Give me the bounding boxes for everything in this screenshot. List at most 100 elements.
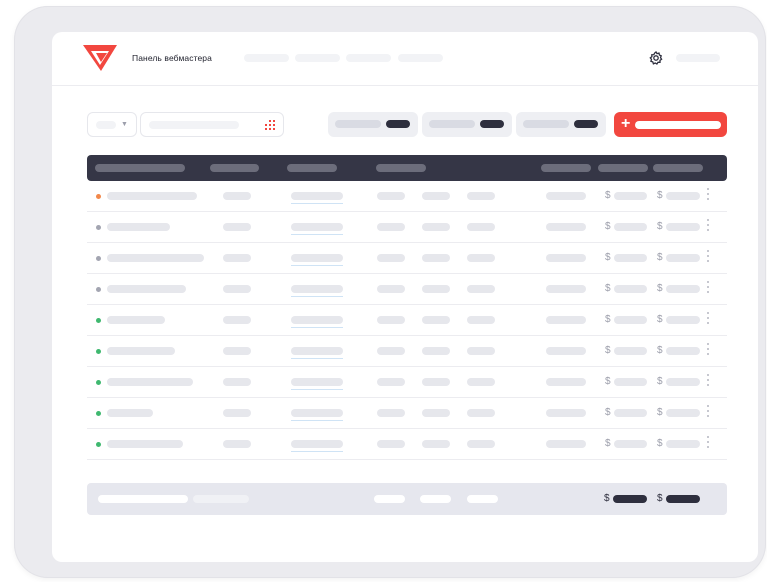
- row-link[interactable]: [291, 316, 343, 324]
- more-options-icon[interactable]: [706, 249, 710, 267]
- row-title[interactable]: [107, 440, 183, 448]
- row-link[interactable]: [291, 285, 343, 293]
- row-cell: [546, 285, 586, 293]
- row-cell: [467, 378, 495, 386]
- row-amount: [666, 440, 700, 448]
- status-dot: [96, 287, 101, 292]
- column-header[interactable]: [95, 164, 185, 172]
- table-row[interactable]: $ $: [87, 429, 727, 460]
- status-dot: [96, 349, 101, 354]
- row-link[interactable]: [291, 254, 343, 262]
- more-options-icon[interactable]: [706, 187, 710, 205]
- row-title[interactable]: [107, 285, 186, 293]
- logo-icon[interactable]: [82, 44, 118, 72]
- more-options-icon[interactable]: [706, 373, 710, 391]
- row-cell: [467, 223, 495, 231]
- row-cell: [223, 285, 251, 293]
- more-options-icon[interactable]: [706, 280, 710, 298]
- row-cell: [422, 409, 450, 417]
- table-row[interactable]: $ $: [87, 181, 727, 212]
- table-row[interactable]: $ $: [87, 305, 727, 336]
- chip-value: [480, 120, 504, 128]
- column-header[interactable]: [376, 164, 426, 172]
- table-row[interactable]: $ $: [87, 212, 727, 243]
- row-cell: [377, 440, 405, 448]
- status-dot: [96, 256, 101, 261]
- row-title[interactable]: [107, 223, 170, 231]
- filter-chip[interactable]: [422, 112, 512, 137]
- table-row[interactable]: $ $: [87, 274, 727, 305]
- more-options-icon[interactable]: [706, 218, 710, 236]
- row-cell: [546, 316, 586, 324]
- row-title[interactable]: [107, 378, 193, 386]
- row-cell: [377, 378, 405, 386]
- row-link[interactable]: [291, 223, 343, 231]
- row-link[interactable]: [291, 192, 343, 200]
- column-header[interactable]: [210, 164, 259, 172]
- row-link[interactable]: [291, 440, 343, 448]
- filter-chip[interactable]: [328, 112, 418, 137]
- search-input[interactable]: [140, 112, 284, 137]
- currency-symbol: $: [657, 438, 663, 449]
- row-link[interactable]: [291, 347, 343, 355]
- row-cell: [467, 192, 495, 200]
- filter-chip[interactable]: [516, 112, 606, 137]
- more-options-icon[interactable]: [706, 311, 710, 329]
- row-title[interactable]: [107, 316, 165, 324]
- table-header: [87, 155, 727, 181]
- table-row[interactable]: $ $: [87, 367, 727, 398]
- row-cell: [467, 347, 495, 355]
- link-underline: [291, 296, 343, 297]
- column-header[interactable]: [541, 164, 591, 172]
- column-header[interactable]: [287, 164, 337, 172]
- link-underline: [291, 265, 343, 266]
- link-underline: [291, 451, 343, 452]
- link-underline: [291, 358, 343, 359]
- row-link[interactable]: [291, 409, 343, 417]
- status-dot: [96, 411, 101, 416]
- currency-symbol: $: [605, 221, 611, 232]
- gear-icon[interactable]: [648, 50, 664, 66]
- row-title[interactable]: [107, 192, 197, 200]
- user-name[interactable]: [676, 54, 720, 62]
- nav-item[interactable]: [398, 54, 443, 62]
- grid-dots-icon[interactable]: [265, 120, 275, 130]
- add-button[interactable]: +: [614, 112, 727, 137]
- row-amount: [666, 192, 700, 200]
- filter-select[interactable]: ▼: [87, 112, 137, 137]
- footer-amount: [666, 495, 700, 503]
- table-row[interactable]: $ $: [87, 243, 727, 274]
- row-cell: [422, 440, 450, 448]
- footer-total-sub: [193, 495, 249, 503]
- column-header[interactable]: [653, 164, 703, 172]
- nav-item[interactable]: [346, 54, 391, 62]
- row-cell: [377, 223, 405, 231]
- more-options-icon[interactable]: [706, 435, 710, 453]
- row-amount: [614, 378, 647, 386]
- link-underline: [291, 234, 343, 235]
- table-row[interactable]: $ $: [87, 336, 727, 367]
- row-title[interactable]: [107, 409, 153, 417]
- row-cell: [422, 316, 450, 324]
- table-row[interactable]: $ $: [87, 398, 727, 429]
- row-cell: [546, 254, 586, 262]
- row-link[interactable]: [291, 378, 343, 386]
- currency-symbol: $: [605, 345, 611, 356]
- chip-label: [335, 120, 381, 128]
- more-options-icon[interactable]: [706, 404, 710, 422]
- status-dot: [96, 442, 101, 447]
- row-cell: [467, 285, 495, 293]
- row-cell: [546, 192, 586, 200]
- row-amount: [666, 347, 700, 355]
- nav-item[interactable]: [295, 54, 340, 62]
- nav-item[interactable]: [244, 54, 289, 62]
- currency-symbol: $: [605, 376, 611, 387]
- more-options-icon[interactable]: [706, 342, 710, 360]
- row-cell: [546, 409, 586, 417]
- column-header[interactable]: [598, 164, 648, 172]
- row-cell: [422, 192, 450, 200]
- row-amount: [614, 254, 647, 262]
- row-title[interactable]: [107, 254, 204, 262]
- row-cell: [467, 254, 495, 262]
- row-title[interactable]: [107, 347, 175, 355]
